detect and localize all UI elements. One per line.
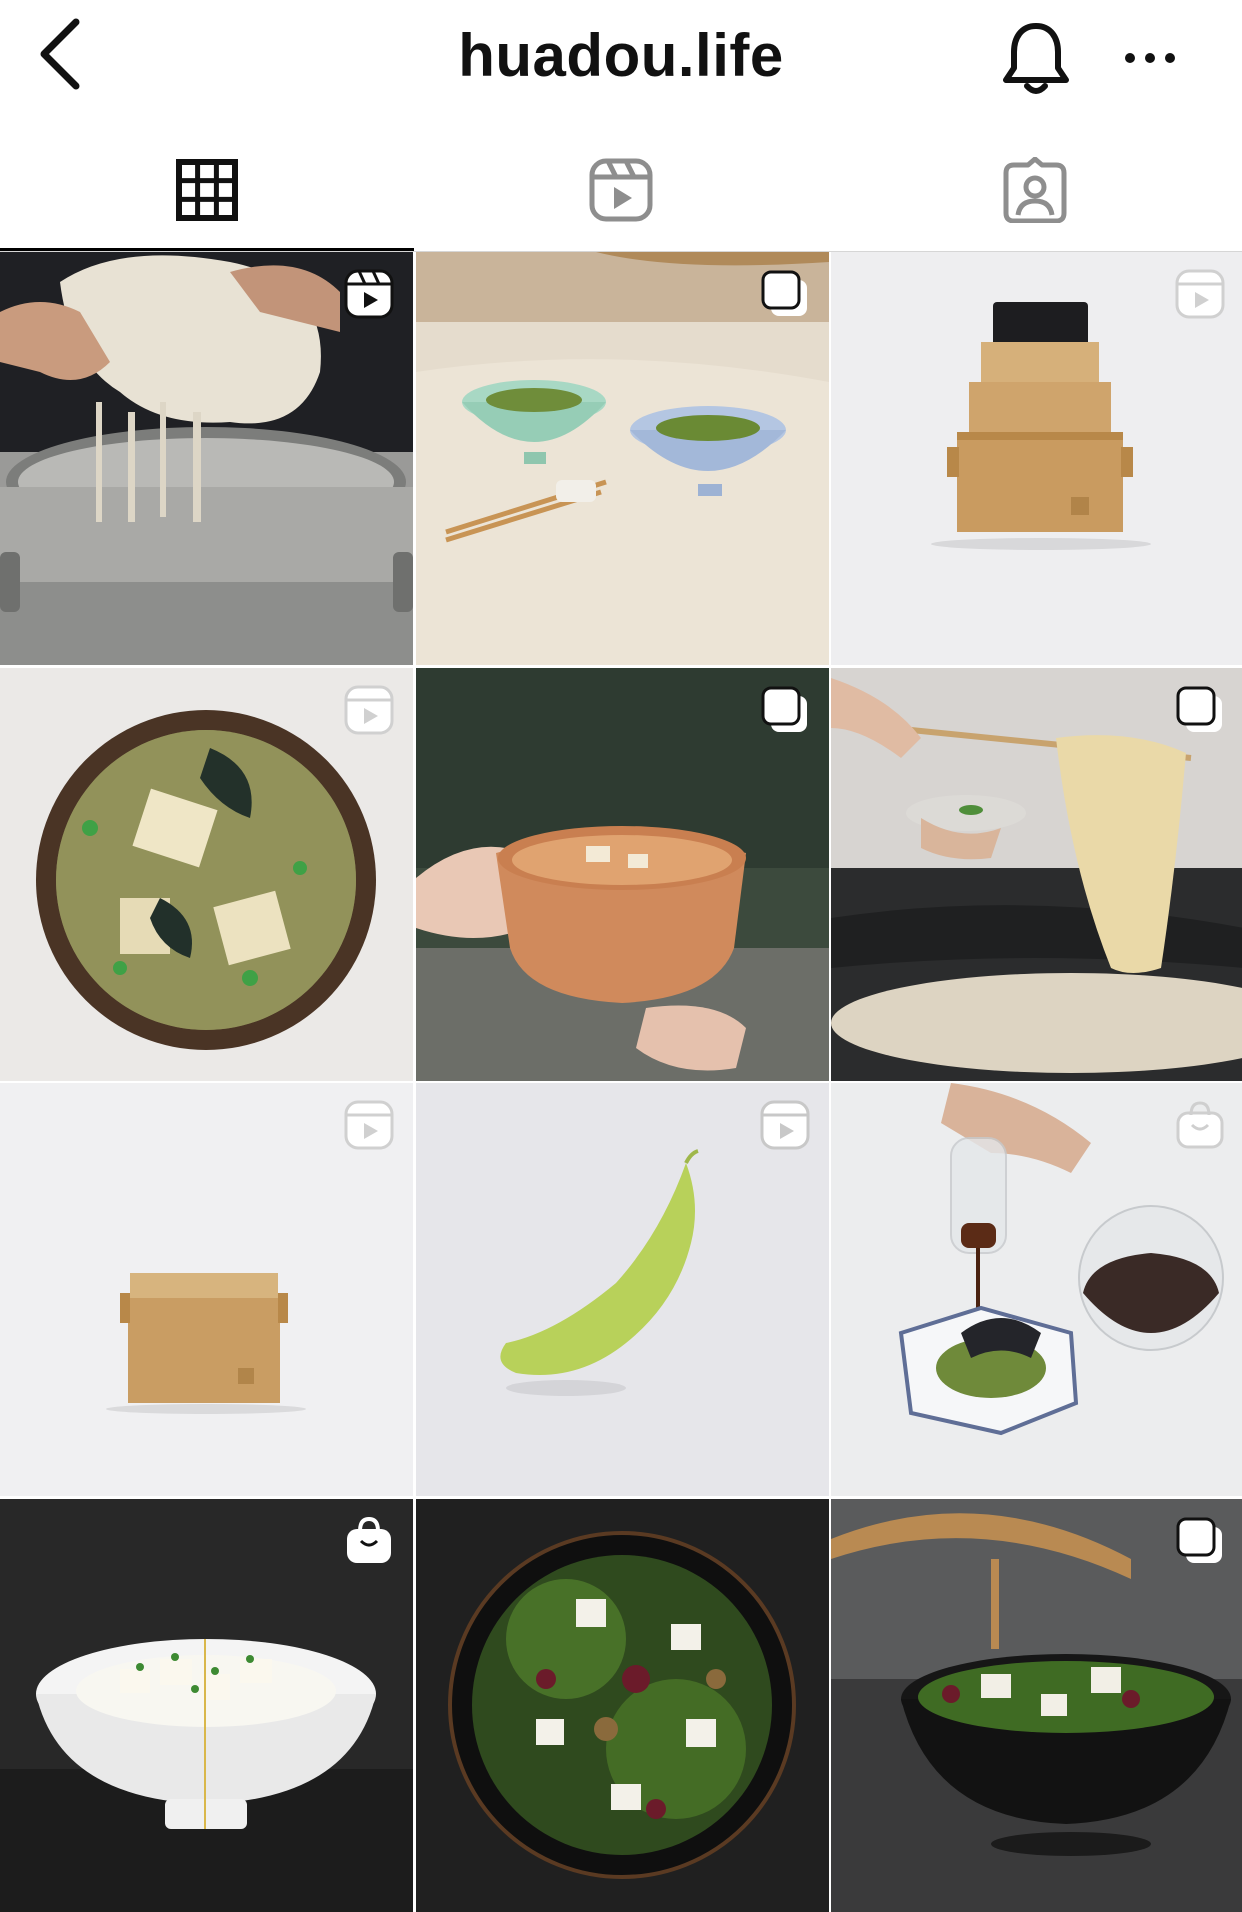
tab-posts-grid[interactable] (0, 128, 414, 252)
shopping-bag-icon (1176, 1101, 1224, 1149)
tab-tagged[interactable] (828, 128, 1242, 252)
top-bar: huadou.life (0, 0, 1242, 118)
carousel-icon (1176, 686, 1222, 732)
reel-icon (344, 1100, 394, 1150)
reel-icon (760, 1100, 809, 1150)
post-tofu-cloth-squeeze[interactable] (0, 252, 413, 665)
shopping-bag-icon (347, 1516, 391, 1563)
bell-icon (1003, 23, 1069, 94)
post-miso-wood-bowl[interactable] (415, 667, 829, 1081)
post-tofu-salad-side[interactable] (831, 1498, 1242, 1912)
posts-grid (0, 252, 1242, 1912)
post-silken-tofu-chives[interactable] (0, 1498, 413, 1912)
profile-tabs (0, 128, 1242, 252)
post-bamboo-tofu-box[interactable] (0, 1083, 413, 1496)
notifications-button[interactable] (1000, 18, 1072, 98)
reel-icon (344, 685, 394, 734)
post-tofu-salad-top[interactable] (415, 1498, 829, 1912)
tab-reels[interactable] (414, 128, 828, 252)
post-edamame-pod[interactable] (415, 1083, 829, 1496)
post-edamame-bowls[interactable] (415, 252, 829, 665)
post-miso-soup-top[interactable] (0, 667, 413, 1081)
post-yuba-lift[interactable] (831, 667, 1242, 1081)
post-bamboo-tofu-press[interactable] (831, 252, 1242, 665)
carousel-icon (759, 1515, 811, 1567)
more-horizontal-icon (1125, 53, 1175, 63)
tagged-person-icon (1003, 157, 1067, 223)
carousel-icon (761, 270, 807, 316)
reels-icon (589, 158, 653, 222)
grid-icon (176, 159, 238, 221)
more-options-button[interactable] (1120, 30, 1180, 86)
carousel-icon (1176, 1517, 1222, 1563)
reel-icon (1175, 269, 1225, 319)
post-soy-sauce-avocado[interactable] (831, 1083, 1242, 1496)
carousel-icon (761, 686, 807, 732)
reel-icon (344, 269, 394, 319)
